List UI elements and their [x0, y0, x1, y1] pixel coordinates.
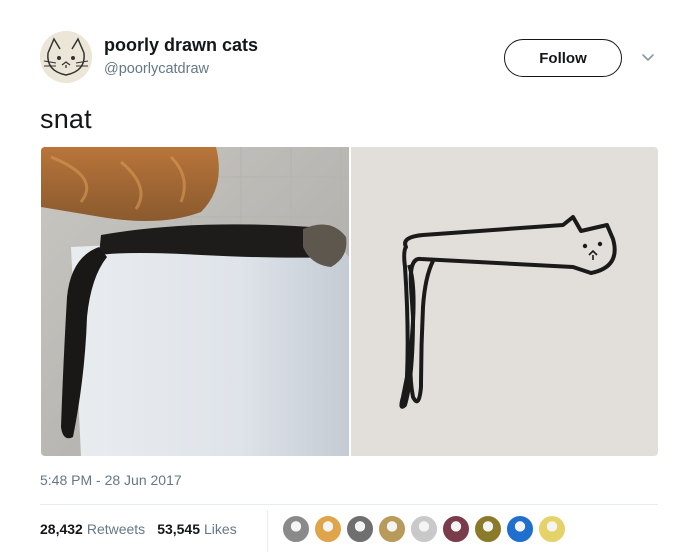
- tweet-stats: 28,432 Retweets 53,545 Likes: [40, 521, 249, 537]
- liker-avatar[interactable]: [282, 515, 310, 543]
- stats-separator: [267, 510, 268, 552]
- likes-count: 53,545: [157, 521, 201, 537]
- likes-label: Likes: [204, 521, 237, 537]
- liker-avatar[interactable]: [442, 515, 470, 543]
- liker-avatars: [282, 515, 570, 543]
- cat-drawing[interactable]: [351, 147, 658, 456]
- display-name[interactable]: poorly drawn cats: [104, 35, 258, 56]
- cat-face-icon: [40, 31, 92, 83]
- retweets-count: 28,432: [40, 521, 83, 537]
- divider: [40, 504, 658, 505]
- liker-avatar[interactable]: [314, 515, 342, 543]
- tweet-header: poorly drawn cats @poorlycatdraw Follow: [0, 0, 700, 100]
- tweet-timestamp[interactable]: 5:48 PM - 28 Jun 2017: [40, 472, 182, 488]
- tweet-text: snat: [40, 104, 92, 134]
- retweets-stat[interactable]: 28,432 Retweets: [40, 521, 145, 537]
- liker-avatar[interactable]: [538, 515, 566, 543]
- liker-avatar[interactable]: [506, 515, 534, 543]
- chevron-down-icon[interactable]: [639, 48, 657, 66]
- liker-avatar[interactable]: [410, 515, 438, 543]
- avatar[interactable]: [40, 31, 92, 83]
- tweet-media: [41, 147, 658, 456]
- retweets-label: Retweets: [86, 521, 146, 537]
- user-handle[interactable]: @poorlycatdraw: [104, 61, 209, 77]
- cat-photo[interactable]: [41, 147, 349, 456]
- liker-avatar[interactable]: [474, 515, 502, 543]
- liker-avatar[interactable]: [378, 515, 406, 543]
- follow-button[interactable]: Follow: [504, 39, 622, 77]
- likes-stat[interactable]: 53,545 Likes: [157, 521, 237, 537]
- liker-avatar[interactable]: [346, 515, 374, 543]
